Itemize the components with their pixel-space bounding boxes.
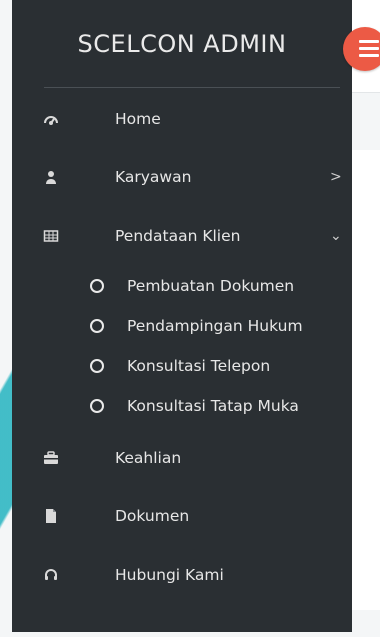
sidebar-item-hubungi-kami[interactable]: Hubungi Kami bbox=[12, 555, 352, 595]
brand-divider bbox=[44, 87, 340, 88]
sidebar-item-label: Karyawan bbox=[115, 168, 192, 186]
sidebar-item-label: Keahlian bbox=[115, 449, 182, 467]
sidebar-item-label: Home bbox=[115, 110, 161, 128]
dashboard-icon bbox=[43, 111, 59, 127]
menu-toggle-button[interactable] bbox=[343, 27, 380, 71]
submenu-item-pembuatan-dokumen[interactable]: Pembuatan Dokumen bbox=[12, 269, 352, 303]
user-icon bbox=[43, 169, 59, 185]
submenu-item-konsultasi-tatap-muka[interactable]: Konsultasi Tatap Muka bbox=[12, 389, 352, 423]
sidebar-item-keahlian[interactable]: Keahlian bbox=[12, 438, 352, 478]
sidebar-item-label: Pendataan Klien bbox=[115, 227, 241, 245]
sidebar: SCELCON ADMIN Home Karyawan > Pendataan … bbox=[12, 0, 352, 632]
submenu-label: Pembuatan Dokumen bbox=[127, 277, 295, 295]
chevron-right-icon: > bbox=[330, 169, 342, 185]
brand-title: SCELCON ADMIN bbox=[77, 30, 287, 58]
headset-icon bbox=[43, 567, 59, 583]
circle-icon bbox=[90, 319, 104, 333]
circle-icon bbox=[90, 399, 104, 413]
sidebar-item-pendataan-klien[interactable]: Pendataan Klien ⌄ bbox=[12, 216, 352, 256]
circle-icon bbox=[90, 359, 104, 373]
sidebar-item-label: Dokumen bbox=[115, 507, 190, 525]
sidebar-item-dokumen[interactable]: Dokumen bbox=[12, 496, 352, 536]
briefcase-icon bbox=[43, 450, 59, 466]
submenu-item-konsultasi-telepon[interactable]: Konsultasi Telepon bbox=[12, 349, 352, 383]
circle-icon bbox=[90, 279, 104, 293]
submenu-label: Pendampingan Hukum bbox=[127, 317, 303, 335]
submenu-label: Konsultasi Tatap Muka bbox=[127, 397, 299, 415]
document-icon bbox=[43, 508, 59, 524]
chevron-down-icon: ⌄ bbox=[330, 228, 342, 244]
sidebar-item-karyawan[interactable]: Karyawan > bbox=[12, 157, 352, 197]
table-icon bbox=[43, 228, 59, 244]
submenu-label: Konsultasi Telepon bbox=[127, 357, 271, 375]
sidebar-item-label: Hubungi Kami bbox=[115, 566, 224, 584]
sidebar-item-home[interactable]: Home bbox=[12, 99, 352, 139]
submenu-item-pendampingan-hukum[interactable]: Pendampingan Hukum bbox=[12, 309, 352, 343]
hamburger-icon bbox=[359, 40, 379, 58]
